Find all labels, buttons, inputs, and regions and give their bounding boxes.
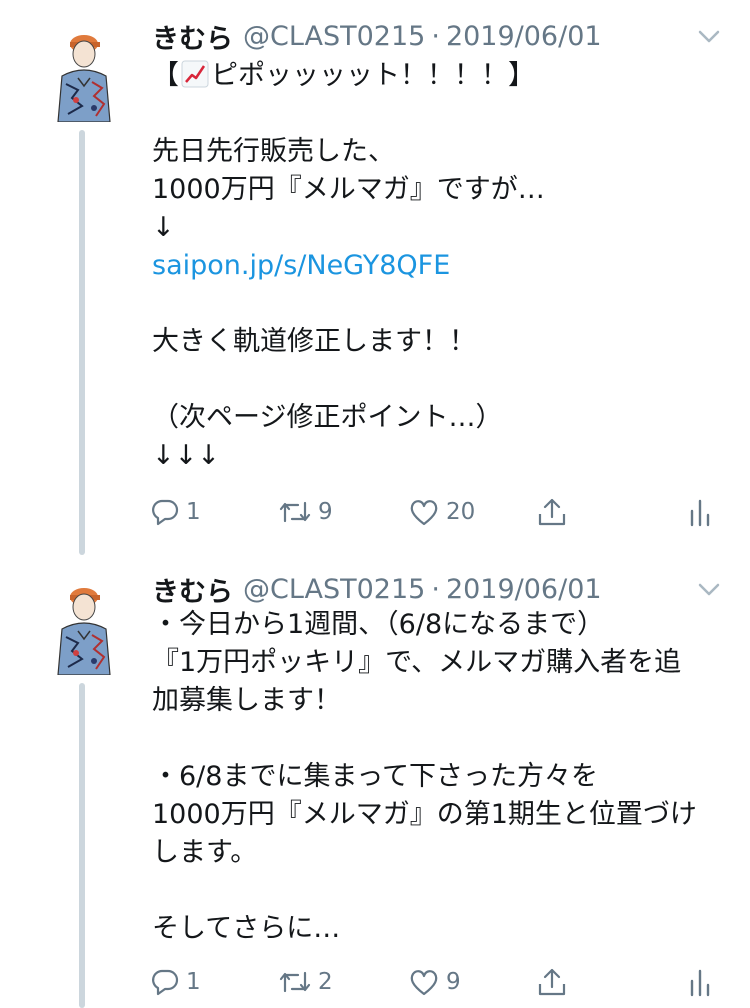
like-count: 9 (446, 969, 461, 995)
retweet-icon (279, 501, 311, 523)
tweet-line (152, 95, 732, 133)
tweet-line: ↓↓↓ (152, 440, 220, 471)
like-count: 20 (446, 499, 476, 525)
tweet-header: きむら @CLAST0215 · 2019/06/01 (152, 16, 602, 56)
analytics-icon (690, 499, 710, 527)
analytics-button[interactable] (688, 492, 712, 532)
avatar-illustration (57, 588, 111, 676)
chart-increasing-emoji-icon (181, 60, 209, 88)
retweet-button[interactable]: 9 (278, 492, 333, 532)
chevron-down-icon[interactable] (694, 574, 724, 604)
chevron-down-icon[interactable] (694, 21, 724, 51)
tweet-line: ・今日から1週間、（6/8になるまで） (152, 609, 605, 640)
separator: · (431, 20, 440, 52)
tweet-line: ↓ (152, 212, 175, 243)
avatar[interactable] (48, 579, 120, 676)
tweet-line: 『1万円ポッキリ』で、メルマガ購入者を追 (152, 647, 682, 678)
reply-button[interactable]: 1 (150, 492, 201, 532)
tweet-line: 1000万円『メルマガ』ですが… (152, 174, 545, 205)
text-segment: 【 (152, 60, 179, 91)
like-button[interactable]: 20 (408, 492, 475, 532)
retweet-count: 9 (318, 499, 333, 525)
tweet-line: 大きく軌道修正します！！ (152, 326, 476, 357)
tweet-line: （次ページ修正ポイント…） (152, 402, 503, 433)
tweet-line (152, 720, 732, 758)
thread-line (79, 683, 85, 1008)
share-button[interactable] (536, 962, 568, 1002)
tweet-text: ・今日から1週間、（6/8になるまで） 『1万円ポッキリ』で、メルマガ購入者を追… (152, 606, 732, 948)
reply-count: 1 (186, 969, 201, 995)
retweet-icon (279, 971, 311, 993)
tweet-line: ・6/8までに集まって下さった方々を (152, 761, 599, 792)
reply-icon (152, 969, 179, 996)
tweet-line (152, 361, 732, 399)
share-icon (538, 968, 566, 996)
tweet-date[interactable]: 2019/06/01 (446, 574, 602, 605)
tweet-line (152, 285, 732, 323)
avatar-illustration (57, 35, 111, 123)
tweet-line: 先日先行販売した、 (152, 136, 395, 167)
reply-button[interactable]: 1 (150, 962, 201, 1002)
share-icon (538, 498, 566, 526)
reply-count: 1 (186, 499, 201, 525)
retweet-button[interactable]: 2 (278, 962, 333, 1002)
author-name[interactable]: きむら (152, 570, 233, 609)
thread-line (79, 130, 85, 555)
heart-icon (410, 500, 438, 526)
tweet-line: 【 ピポッッッット！！！！】 (152, 57, 732, 95)
tweet[interactable]: きむら @CLAST0215 · 2019/06/01 ・今日から1週間、（6/… (0, 555, 750, 1008)
author-handle[interactable]: @CLAST0215 (243, 21, 425, 52)
tweet-text: 【 ピポッッッット！！！！】 先日先行販売した、 1000万円『メルマガ』ですが…… (152, 57, 732, 475)
tweet-line: 加募集します！ (152, 685, 341, 716)
separator: · (431, 573, 440, 605)
analytics-button[interactable] (688, 962, 712, 1002)
tweet[interactable]: きむら @CLAST0215 · 2019/06/01 【 ピポッッッット！！！！… (0, 0, 750, 555)
analytics-icon (690, 969, 710, 997)
author-handle[interactable]: @CLAST0215 (243, 574, 425, 605)
text-segment: ピポッッッット！！！！】 (211, 60, 535, 91)
reply-icon (152, 499, 179, 526)
tweet-line: 1000万円『メルマガ』の第1期生と位置づけ (152, 799, 697, 830)
tweet-line: します。 (152, 837, 258, 868)
tweet-header: きむら @CLAST0215 · 2019/06/01 (152, 569, 602, 609)
heart-icon (410, 970, 438, 996)
tweet-actions: 1 2 9 (150, 962, 730, 1002)
share-button[interactable] (536, 492, 568, 532)
tweet-actions: 1 9 20 (150, 492, 730, 532)
retweet-count: 2 (318, 969, 333, 995)
tweet-line: そしてさらに… (152, 913, 341, 944)
like-button[interactable]: 9 (408, 962, 461, 1002)
tweet-date[interactable]: 2019/06/01 (446, 21, 602, 52)
avatar[interactable] (48, 26, 120, 123)
author-name[interactable]: きむら (152, 17, 233, 56)
tweet-line (152, 872, 732, 910)
tweet-link[interactable]: saipon.jp/s/NeGY8QFE (152, 247, 732, 285)
